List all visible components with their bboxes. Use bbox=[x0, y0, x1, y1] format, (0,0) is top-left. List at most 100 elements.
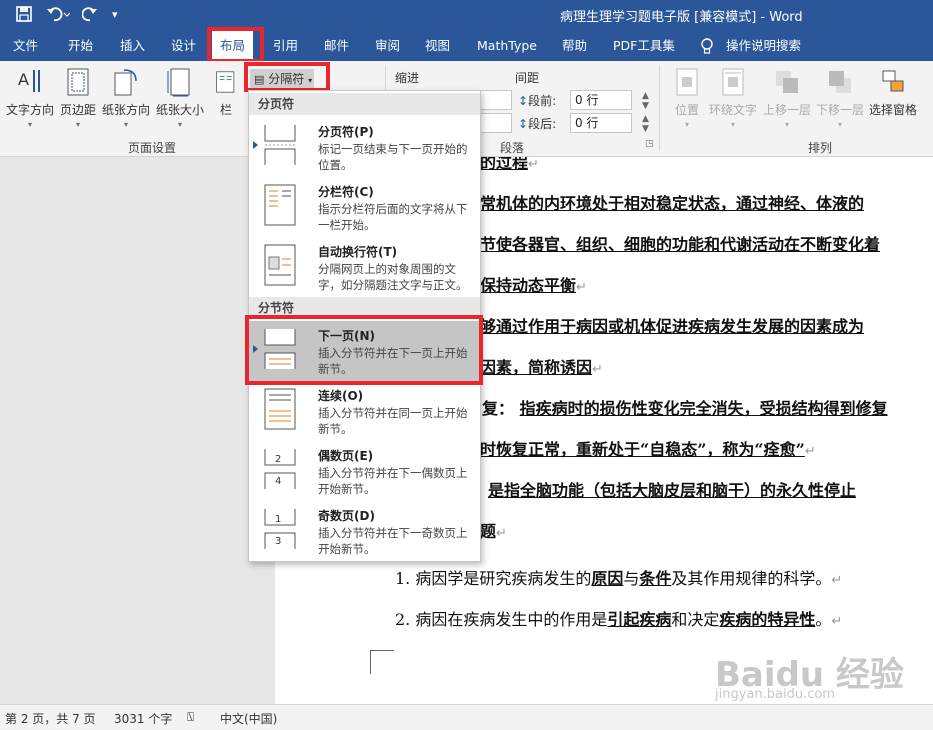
send-backward-button[interactable]: 下移一层 ▾ bbox=[815, 67, 865, 129]
orientation-icon bbox=[114, 69, 137, 96]
proofing-icon[interactable]: ⍂ bbox=[187, 710, 194, 725]
spin-icon: ↕ bbox=[518, 117, 529, 131]
menu-section-section-breaks: 分节符 bbox=[249, 297, 480, 319]
column-break-icon bbox=[264, 184, 296, 226]
indicator-arrow-icon bbox=[253, 345, 258, 353]
send-backward-icon bbox=[829, 71, 851, 93]
page-break-icon bbox=[264, 125, 296, 165]
margins-icon bbox=[67, 68, 89, 96]
columns-icon bbox=[216, 71, 235, 93]
indent-label: 缩进 bbox=[395, 71, 420, 85]
tab-design[interactable]: 设计 bbox=[171, 31, 196, 61]
svg-text:4: 4 bbox=[275, 476, 281, 487]
selection-pane-icon bbox=[882, 70, 904, 92]
tab-references[interactable]: 引用 bbox=[273, 31, 298, 61]
svg-text:3: 3 bbox=[275, 536, 281, 547]
tab-view[interactable]: 视图 bbox=[425, 31, 450, 61]
ribbon-tabs: 文件 开始 插入 设计 布局 引用 邮件 审阅 视图 MathType 帮助 P… bbox=[0, 31, 933, 61]
spacing-after-label: ↕段后: bbox=[518, 117, 557, 131]
spacing-label: 间距 bbox=[515, 71, 540, 85]
redo-icon[interactable] bbox=[81, 6, 98, 26]
document-margin-area bbox=[0, 157, 275, 704]
wrap-text-icon bbox=[722, 68, 744, 96]
menu-section-page-breaks: 分页符 bbox=[249, 93, 480, 115]
page-setup-group-label: 页面设置 bbox=[128, 141, 177, 155]
tab-pdf-tools[interactable]: PDF工具集 bbox=[613, 31, 675, 61]
breaks-icon: ▤ bbox=[254, 73, 265, 86]
doc-line: 1. 病因学是研究疾病发生的原因与条件及其作用规律的科学。↵ bbox=[395, 569, 843, 588]
breaks-button[interactable]: ▤ 分隔符 ▾ bbox=[250, 69, 314, 89]
doc-line: 保持动态平衡↵ bbox=[480, 276, 587, 295]
doc-line: 时恢复正常，重新处于“自稳态”，称为“痊愈”↵ bbox=[480, 440, 816, 459]
svg-text:1: 1 bbox=[275, 514, 281, 525]
menu-item-next-page[interactable]: 下一页(N) 插入分节符并在下一页上开始新节。 bbox=[249, 321, 480, 381]
tab-layout[interactable]: 布局 bbox=[212, 31, 254, 61]
lightbulb-icon bbox=[700, 31, 714, 61]
save-icon[interactable] bbox=[16, 6, 32, 26]
tab-insert[interactable]: 插入 bbox=[120, 31, 145, 61]
page-count[interactable]: 第 2 页，共 7 页 bbox=[5, 710, 96, 727]
status-bar: 第 2 页，共 7 页 3031 个字 ⍂ 中文(中国) bbox=[0, 704, 933, 730]
position-icon bbox=[676, 68, 698, 96]
doc-line: 是指全脑功能（包括大脑皮层和脑干）的永久性停止 bbox=[488, 481, 857, 500]
selection-pane-button[interactable]: 选择窗格 bbox=[868, 67, 918, 118]
odd-page-section-icon: 13 bbox=[264, 509, 296, 549]
undo-icon[interactable] bbox=[46, 6, 71, 26]
text-wrapping-break-icon bbox=[264, 244, 296, 286]
spacing-after-input[interactable]: 0 行 bbox=[570, 113, 632, 133]
menu-item-continuous[interactable]: 连续(O) 插入分节符并在同一页上开始新节。 bbox=[249, 381, 480, 441]
word-count[interactable]: 3031 个字 bbox=[114, 710, 172, 727]
paragraph-group-label: 段落 bbox=[500, 141, 525, 155]
menu-item-page-break[interactable]: 分页符(P) 标记一页结束与下一页开始的位置。 bbox=[249, 117, 480, 177]
tab-help[interactable]: 帮助 bbox=[562, 31, 587, 61]
orientation-button[interactable]: 纸张方向 ▾ bbox=[101, 67, 151, 129]
wrap-text-button[interactable]: 环绕文字 ▾ bbox=[708, 67, 758, 129]
indicator-arrow-icon bbox=[253, 141, 258, 149]
doc-line: 够通过作用于病因或机体促进疾病发生发展的因素成为 bbox=[480, 317, 865, 336]
size-button[interactable]: 纸张大小 ▾ bbox=[155, 67, 205, 129]
doc-line: 题↵ bbox=[480, 522, 507, 541]
doc-line: 2. 病因在疾病发生中的作用是引起疾病和决定疾病的特异性。↵ bbox=[395, 610, 843, 629]
language-indicator[interactable]: 中文(中国) bbox=[220, 710, 277, 727]
tab-mailings[interactable]: 邮件 bbox=[324, 31, 349, 61]
columns-button[interactable]: 栏 bbox=[214, 67, 238, 118]
bring-forward-icon bbox=[776, 71, 798, 93]
even-page-section-icon: 24 bbox=[264, 449, 296, 489]
position-button[interactable]: 位置 ▾ bbox=[670, 67, 704, 129]
crop-mark bbox=[370, 650, 394, 674]
customize-quick-access-icon[interactable]: ▾ bbox=[112, 8, 118, 21]
continuous-section-icon bbox=[264, 388, 296, 430]
svg-text:2: 2 bbox=[275, 454, 281, 465]
menu-item-column-break[interactable]: 分栏符(C) 指示分栏符后面的文字将从下一栏开始。 bbox=[249, 177, 480, 237]
menu-item-even-page[interactable]: 24 偶数页(E) 插入分节符并在下一偶数页上开始新节。 bbox=[249, 441, 480, 501]
spacing-before-input[interactable]: 0 行 bbox=[570, 90, 632, 110]
svg-text:A: A bbox=[18, 70, 29, 89]
doc-line: 常机体的内环境处于相对稳定状态，通过神经、体液的 bbox=[480, 194, 865, 213]
spacing-before-label: ↕段前: bbox=[518, 94, 557, 108]
doc-line: 节使各器官、组织、细胞的功能和代谢活动在不断变化着 bbox=[480, 235, 881, 254]
doc-line: 的过程↵ bbox=[480, 157, 539, 172]
title-bar: ▾ 病理生理学习题电子版 [兼容模式] - Word bbox=[0, 0, 933, 31]
text-direction-button[interactable]: A 文字方向 ▾ bbox=[5, 67, 55, 129]
arrange-group-label: 排列 bbox=[808, 141, 833, 155]
tab-home[interactable]: 开始 bbox=[68, 31, 93, 61]
paragraph-launcher-icon[interactable]: ◳ bbox=[645, 139, 654, 149]
text-direction-icon: A bbox=[18, 70, 40, 92]
menu-item-odd-page[interactable]: 13 奇数页(D) 插入分节符并在下一奇数页上开始新节。 bbox=[249, 501, 480, 561]
spin-icon: ↕ bbox=[518, 94, 529, 108]
doc-line: 因素，简称诱因↵ bbox=[480, 358, 603, 377]
breaks-dropdown-menu: 分页符 分页符(P) 标记一页结束与下一页开始的位置。 分栏符(C) 指示分栏符… bbox=[248, 90, 481, 562]
tell-me-search[interactable]: 操作说明搜索 bbox=[726, 31, 801, 61]
bring-forward-button[interactable]: 上移一层 ▾ bbox=[762, 67, 812, 129]
watermark-url: jingyan.baidu.com bbox=[715, 687, 835, 702]
margins-button[interactable]: 页边距 ▾ bbox=[58, 67, 98, 129]
tab-mathtype[interactable]: MathType bbox=[477, 31, 537, 61]
tab-review[interactable]: 审阅 bbox=[375, 31, 400, 61]
next-page-section-icon bbox=[264, 329, 296, 369]
menu-item-text-wrapping-break[interactable]: 自动换行符(T) 分隔网页上的对象周围的文字，如分隔题注文字与正文。 bbox=[249, 237, 480, 297]
paper-size-icon bbox=[167, 68, 190, 97]
indent-left-input[interactable] bbox=[480, 90, 512, 110]
tab-file[interactable]: 文件 bbox=[13, 31, 38, 61]
indent-right-input[interactable] bbox=[480, 113, 512, 133]
window-title: 病理生理学习题电子版 [兼容模式] - Word bbox=[560, 10, 803, 25]
